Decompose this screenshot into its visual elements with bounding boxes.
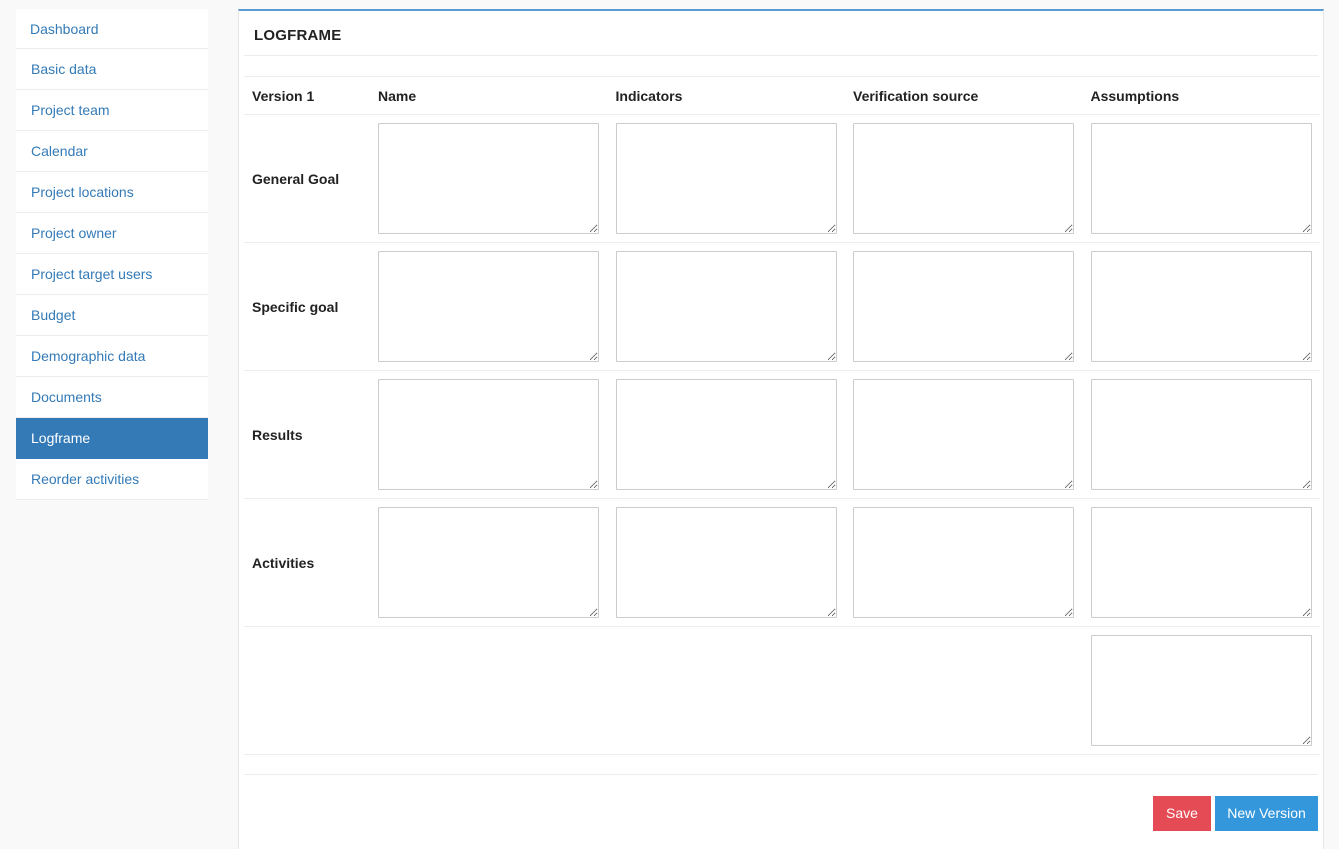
table-row-specific-goal: Specific goal [244, 242, 1320, 371]
specific-goal-verification-field[interactable] [853, 251, 1074, 362]
sidebar-item-dashboard[interactable]: Dashboard [16, 9, 208, 49]
header-version: Version 1 [244, 76, 370, 115]
general-goal-name-field[interactable] [378, 123, 599, 234]
general-goal-assumptions-field[interactable] [1090, 123, 1312, 234]
header-name: Name [370, 76, 608, 115]
table-row-results: Results [244, 370, 1320, 499]
general-goal-indicators-field[interactable] [615, 123, 837, 234]
activities-name-field[interactable] [378, 507, 599, 618]
logframe-table: Version 1 Name Indicators Verification s… [244, 76, 1320, 755]
sidebar-item-demographic-data[interactable]: Demographic data [16, 336, 208, 377]
row-label-activities: Activities [244, 498, 370, 627]
sidebar-item-project-target-users[interactable]: Project target users [16, 254, 208, 295]
header-assumptions: Assumptions [1082, 76, 1320, 115]
sidebar-item-project-locations[interactable]: Project locations [16, 172, 208, 213]
page-title: LOGFRAME [254, 27, 342, 44]
sidebar-item-documents[interactable]: Documents [16, 377, 208, 418]
save-button[interactable]: Save [1153, 796, 1211, 831]
sidebar-item-reorder-activities[interactable]: Reorder activities [16, 459, 208, 500]
sidebar-item-budget[interactable]: Budget [16, 295, 208, 336]
specific-goal-name-field[interactable] [378, 251, 599, 362]
results-indicators-field[interactable] [615, 379, 837, 490]
sidebar-item-project-owner[interactable]: Project owner [16, 213, 208, 254]
table-row-general-goal: General Goal [244, 114, 1320, 243]
sidebar-item-logframe[interactable]: Logframe [16, 418, 208, 459]
general-goal-verification-field[interactable] [853, 123, 1074, 234]
logframe-panel: LOGFRAME Version 1 Name Indicators Verif… [238, 9, 1324, 849]
specific-goal-indicators-field[interactable] [615, 251, 837, 362]
table-header-row: Version 1 Name Indicators Verification s… [244, 76, 1320, 115]
sidebar-item-calendar[interactable]: Calendar [16, 131, 208, 172]
results-assumptions-field[interactable] [1090, 379, 1312, 490]
results-verification-field[interactable] [853, 379, 1074, 490]
specific-goal-assumptions-field[interactable] [1090, 251, 1312, 362]
activities-indicators-field[interactable] [615, 507, 837, 618]
header-verification-source: Verification source [845, 76, 1083, 115]
results-name-field[interactable] [378, 379, 599, 490]
row-label-specific-goal: Specific goal [244, 242, 370, 371]
table-row-activities: Activities [244, 498, 1320, 627]
extra-assumptions-field[interactable] [1090, 635, 1312, 746]
new-version-button[interactable]: New Version [1215, 796, 1318, 831]
sidebar-item-basic-data[interactable]: Basic data [16, 49, 208, 90]
activities-verification-field[interactable] [853, 507, 1074, 618]
header-indicators: Indicators [607, 76, 845, 115]
activities-assumptions-field[interactable] [1090, 507, 1312, 618]
sidebar-nav: Dashboard Basic data Project team Calend… [16, 9, 208, 500]
title-divider [244, 55, 1318, 56]
table-row-extra-assumptions [244, 626, 1320, 755]
row-label-results: Results [244, 370, 370, 499]
row-label-general-goal: General Goal [244, 114, 370, 243]
footer-divider [244, 774, 1318, 775]
sidebar-item-project-team[interactable]: Project team [16, 90, 208, 131]
